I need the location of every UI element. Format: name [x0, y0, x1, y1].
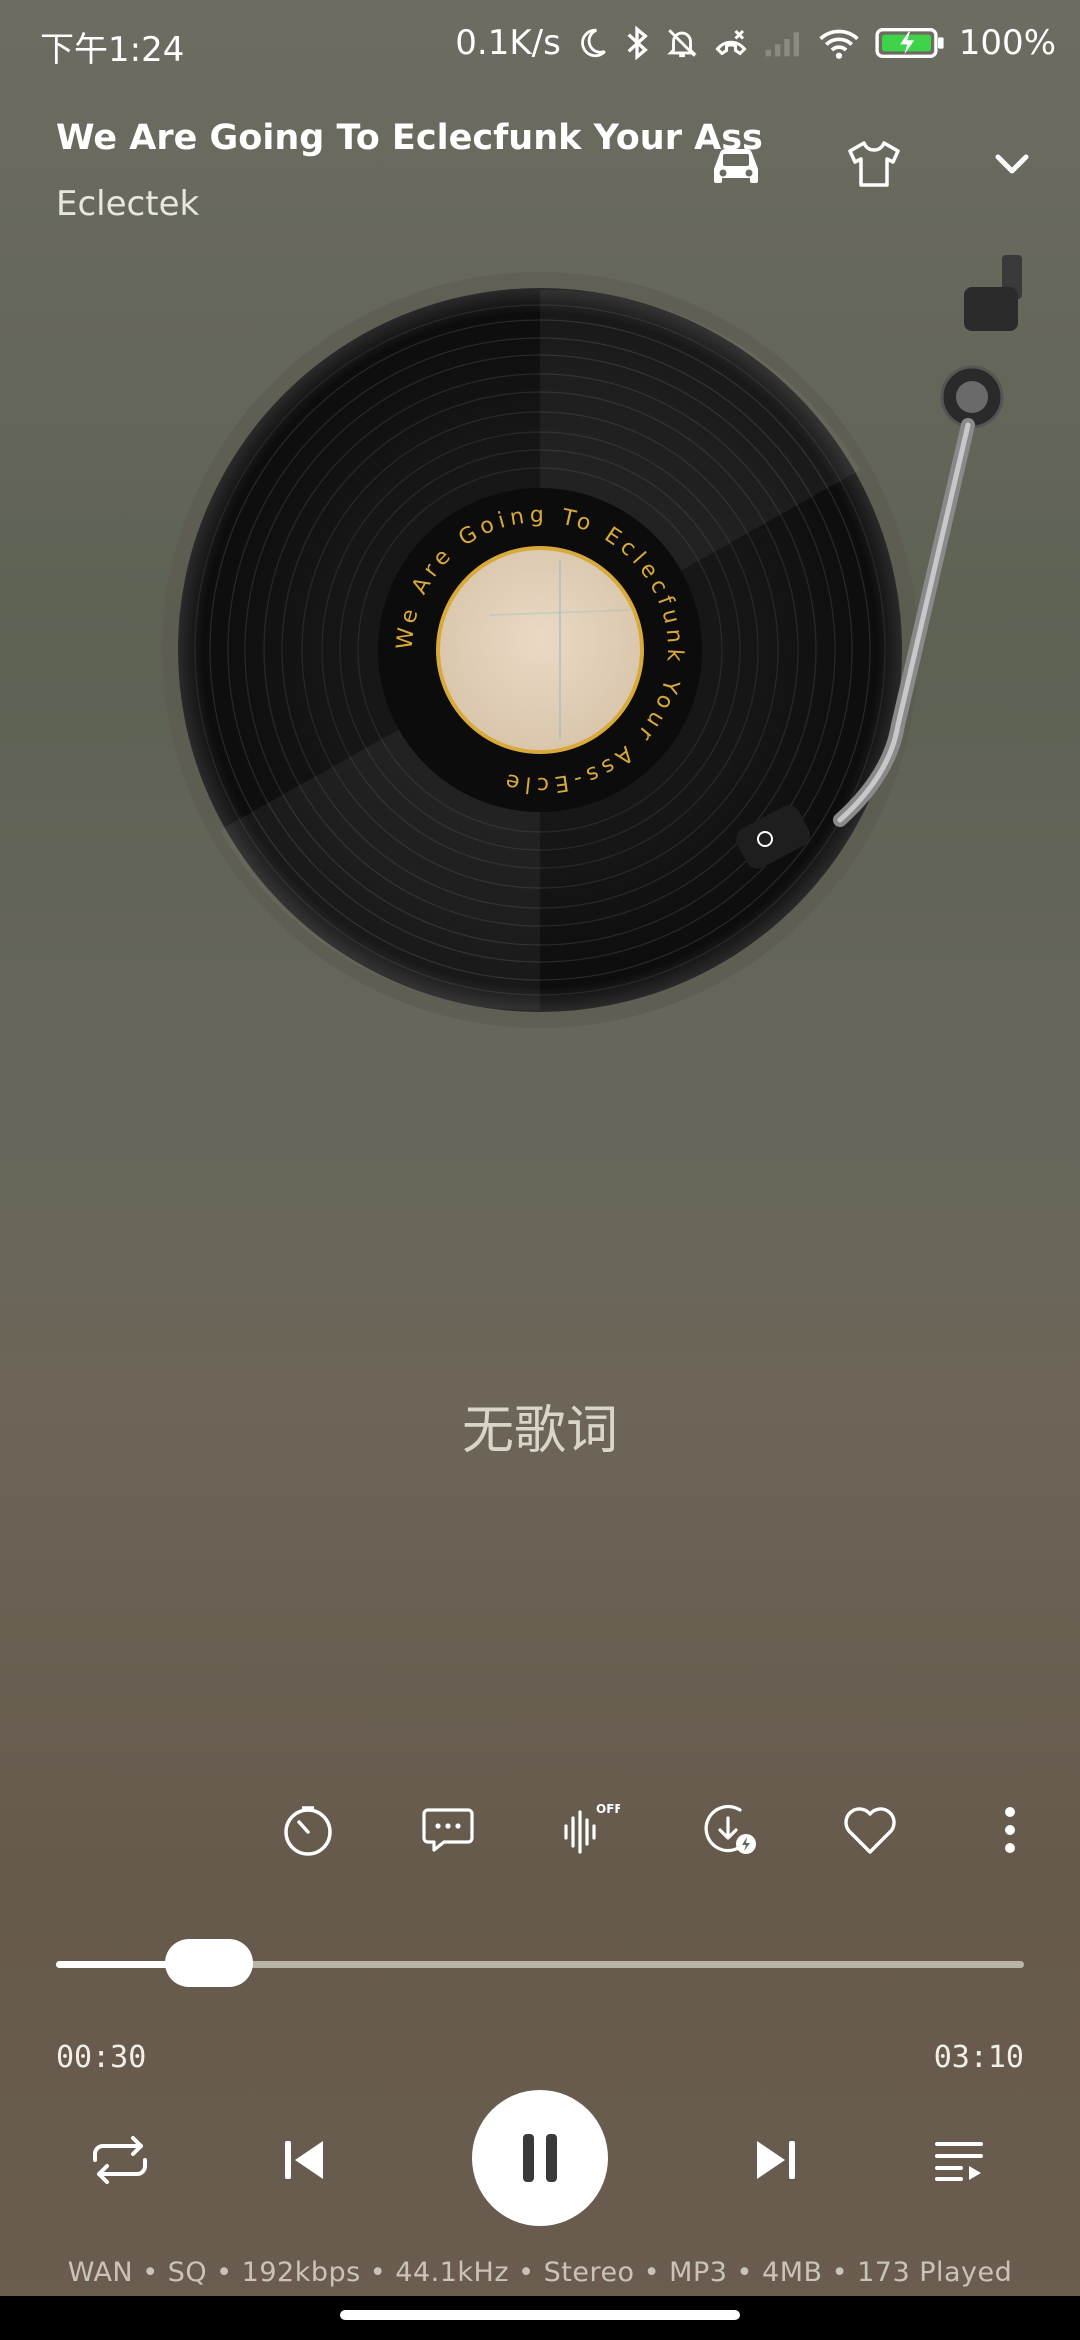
heart-icon[interactable]: [830, 1790, 910, 1870]
progress-bar[interactable]: [56, 1939, 1024, 1987]
bell-off-icon: [665, 25, 699, 61]
gesture-nav-bar: [0, 2296, 1080, 2340]
more-icon[interactable]: [970, 1790, 1050, 1870]
previous-icon[interactable]: [264, 2120, 344, 2200]
tonearm: [720, 255, 1060, 915]
progress-thumb[interactable]: [164, 1939, 253, 1987]
status-bar: 下午1:24 0.1K/s 100%: [0, 0, 1080, 92]
total-time: 03:10: [933, 2040, 1024, 2075]
battery-level: 100%: [958, 23, 1056, 63]
status-icons: 0.1K/s 100%: [455, 18, 1056, 68]
download-icon[interactable]: [690, 1790, 770, 1870]
chevron-down-icon[interactable]: [972, 124, 1052, 204]
comment-icon[interactable]: [408, 1790, 488, 1870]
action-bar: OFF: [0, 1790, 1080, 1870]
playback-controls: [0, 2090, 1080, 2230]
home-indicator[interactable]: [340, 2310, 740, 2320]
status-time: 下午1:24: [40, 30, 185, 70]
audio-info-line: WAN • SQ • 192kbps • 44.1kHz • Stereo • …: [67, 2257, 1013, 2288]
player-header: We Are Going To Eclecfunk Your Ass Eclec…: [0, 100, 1080, 240]
car-mode-icon[interactable]: [696, 124, 776, 204]
battery-charging-icon: [875, 26, 945, 60]
next-icon[interactable]: [736, 2120, 816, 2200]
playlist-icon[interactable]: [920, 2120, 1000, 2200]
signal-icon: [763, 27, 803, 59]
moon-icon: [575, 26, 609, 60]
net-speed: 0.1K/s: [455, 23, 561, 63]
wifi-icon: [817, 26, 861, 60]
no-lyrics-text[interactable]: 无歌词: [0, 1388, 1080, 1463]
audio-effect-icon[interactable]: OFF: [548, 1790, 628, 1870]
song-title: We Are Going To Eclecfunk Your Ass: [56, 118, 763, 158]
repeat-icon[interactable]: [80, 2120, 160, 2200]
effect-off-badge: OFF: [596, 1802, 620, 1816]
pause-button[interactable]: [472, 2090, 608, 2226]
bluetooth-icon: [623, 25, 651, 61]
call-icon: [713, 25, 749, 61]
tshirt-skin-icon[interactable]: [834, 124, 914, 204]
sleep-timer-icon[interactable]: [268, 1790, 348, 1870]
current-time: 00:30: [56, 2040, 147, 2075]
song-artist[interactable]: Eclectek: [56, 184, 199, 224]
pause-icon: [523, 2134, 557, 2182]
